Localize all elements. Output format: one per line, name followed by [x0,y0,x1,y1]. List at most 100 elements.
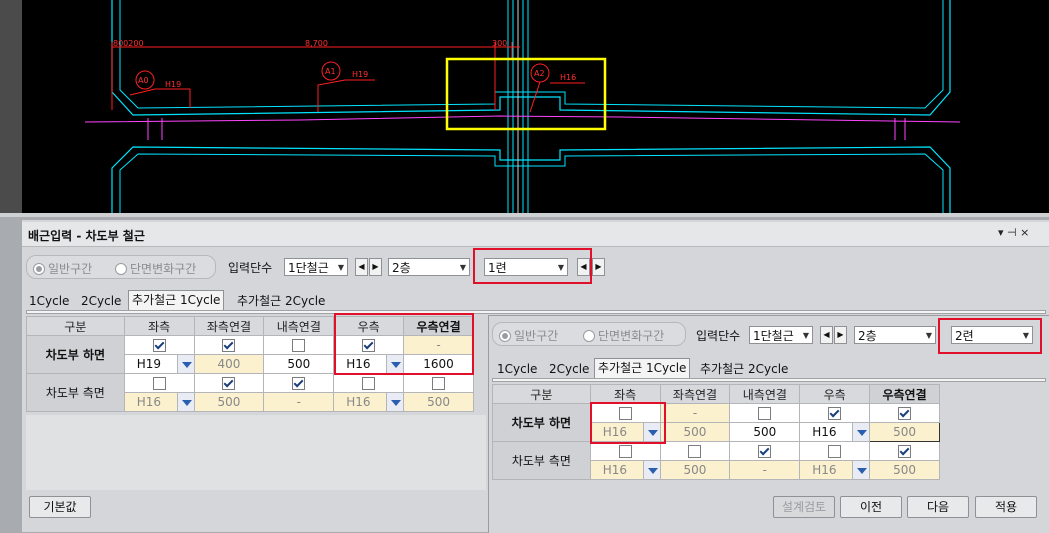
r2-right-conn-value[interactable]: 500 [403,392,474,412]
right-r2-left-bar-select[interactable]: H16 [589,460,661,480]
cad-canvas: 800200 8,700 300 A0 H19 A1 H19 A2 H16 [22,0,1049,213]
checkbox-checked[interactable] [898,407,912,420]
right-tab-1cycle[interactable]: 1Cycle [494,360,540,378]
cb-r2-leftconn[interactable] [193,373,265,393]
cb-r1-left[interactable] [123,335,195,355]
cad-background [22,0,1049,213]
right-header-right-conn: 우측연결 [869,384,940,404]
cb-r2-left[interactable] [123,373,195,393]
right-r1-right-bar-select[interactable]: H16 [799,422,871,442]
checkbox-checked[interactable] [828,407,842,420]
r1-left-bar-select[interactable]: H19 [123,354,195,374]
right-radio-section[interactable]: 단면변화구간 [583,327,664,344]
cb-r2-rightconn[interactable] [403,373,474,393]
right-r2-right-bar-value: H16 [812,463,837,477]
right-r2-left-conn-value[interactable]: 500 [659,460,731,480]
label-h16: H16 [560,73,576,82]
right-prev-arrow[interactable]: ◀ [820,326,833,344]
right-cb-r1-inner[interactable] [729,403,801,423]
prev-arrow-button[interactable]: ◀ [355,258,368,276]
r2-right-bar-select[interactable]: H16 [333,392,405,412]
prev-button[interactable]: 이전 [840,496,902,518]
marker-a0: A0 [138,76,149,85]
checkbox-checked[interactable] [222,339,236,352]
cb-r2-inner[interactable] [263,373,335,393]
right-cb-r2-inner[interactable] [729,441,801,461]
right-rebar-level-combo[interactable]: 1단철근 ▼ [749,326,813,344]
default-button[interactable]: 기본값 [29,496,91,518]
right-tab-2cycle[interactable]: 2Cycle [546,360,592,378]
right-r2-right-conn-value[interactable]: 500 [869,460,940,480]
right-layer-value: 2층 [858,329,877,343]
dropdown-arrow-icon[interactable] [176,393,194,411]
dropdown-arrow-icon[interactable] [852,461,870,479]
right-input-level-label: 입력단수 [696,329,741,343]
highlight-right-row-combo [938,318,1042,354]
checkbox-unchecked[interactable] [618,445,632,458]
cad-viewport[interactable]: 800200 8,700 300 A0 H19 A1 H19 A2 H16 [0,0,1049,217]
r2-left-bar-select[interactable]: H16 [123,392,195,412]
right-cb-r2-rightconn[interactable] [869,441,940,461]
right-header-inner-conn: 내측연결 [729,384,801,404]
right-r1-inner-conn-value[interactable]: 500 [729,422,801,442]
cb-r1-leftconn[interactable] [193,335,265,355]
radio-variable-section[interactable]: 단면변화구간 [115,260,196,277]
right-r2-right-bar-select[interactable]: H16 [799,460,871,480]
checkbox-checked[interactable] [292,377,306,390]
checkbox-unchecked[interactable] [758,407,772,420]
right-r2-inner-conn-value: - [729,460,801,480]
right-next-arrow[interactable]: ▶ [834,326,847,344]
checkbox-checked[interactable] [152,339,166,352]
cb-r1-inner[interactable] [263,335,335,355]
chevron-down-icon: ▼ [925,331,932,340]
tab-extra-1cycle[interactable]: 추가철근 1Cycle [128,290,225,311]
tab-1cycle[interactable]: 1Cycle [26,292,72,310]
checkbox-unchecked[interactable] [362,377,376,390]
panel-window-controls[interactable]: ▾ ⊣ × [998,226,1029,239]
right-layer-combo[interactable]: 2층 ▼ [854,326,936,344]
right-cb-r1-right[interactable] [799,403,871,423]
checkbox-unchecked[interactable] [688,445,702,458]
right-cb-r2-right[interactable] [799,441,871,461]
rebar-level-combo[interactable]: 1단철근 ▼ [284,258,348,276]
dropdown-arrow-icon[interactable] [176,355,194,373]
right-tab-extra-2cycle[interactable]: 추가철근 2Cycle [697,360,791,378]
radio-normal-section[interactable]: 일반구간 [33,260,92,277]
next-button[interactable]: 다음 [907,496,969,518]
chevron-down-icon: ▼ [459,263,466,272]
checkbox-checked[interactable] [222,377,236,390]
r1-inner-conn-value[interactable]: 500 [263,354,335,374]
row-next-button[interactable]: ▶ [592,258,605,276]
checkbox-checked[interactable] [898,445,912,458]
layer-combo[interactable]: 2층 ▼ [388,258,470,276]
r2-left-conn-value[interactable]: 500 [193,392,265,412]
cb-r2-right[interactable] [333,373,405,393]
right-cb-r2-leftconn[interactable] [659,441,731,461]
checkbox-checked[interactable] [758,445,772,458]
dropdown-arrow-icon[interactable] [852,423,870,441]
checkbox-unchecked[interactable] [828,445,842,458]
right-radio-normal[interactable]: 일반구간 [499,327,558,344]
right-r1-left-conn-value[interactable]: 500 [659,422,731,442]
checkbox-unchecked[interactable] [292,339,306,352]
design-check-button[interactable]: 설계검토 [773,496,835,518]
cycle-tabs: 1Cycle 2Cycle 추가철근 1Cycle 추가철근 2Cycle [26,290,486,311]
highlight-right-columns [334,313,474,375]
r1-left-conn-value[interactable]: 400 [193,354,265,374]
tab-extra-2cycle[interactable]: 추가철근 2Cycle [234,292,328,310]
apply-button[interactable]: 적용 [975,496,1037,518]
tab-2cycle[interactable]: 2Cycle [78,292,124,310]
right-tab-extra-1cycle[interactable]: 추가철근 1Cycle [594,358,691,379]
next-arrow-button[interactable]: ▶ [369,258,382,276]
right-cb-r2-left[interactable] [589,441,661,461]
panel-titlebar[interactable]: 배근입력 - 차도부 철근 ▾ ⊣ × [22,222,1049,247]
highlight-row-combo [473,248,592,284]
chevron-down-icon: ▼ [802,331,809,340]
dropdown-arrow-icon[interactable] [642,461,660,479]
right-radio-normal-label: 일반구간 [514,329,559,343]
right-r1-right-conn-value[interactable]: 500 [869,422,940,442]
dropdown-arrow-icon[interactable] [386,393,404,411]
checkbox-unchecked[interactable] [152,377,166,390]
right-cb-r1-rightconn[interactable] [869,403,940,423]
checkbox-unchecked[interactable] [432,377,446,390]
